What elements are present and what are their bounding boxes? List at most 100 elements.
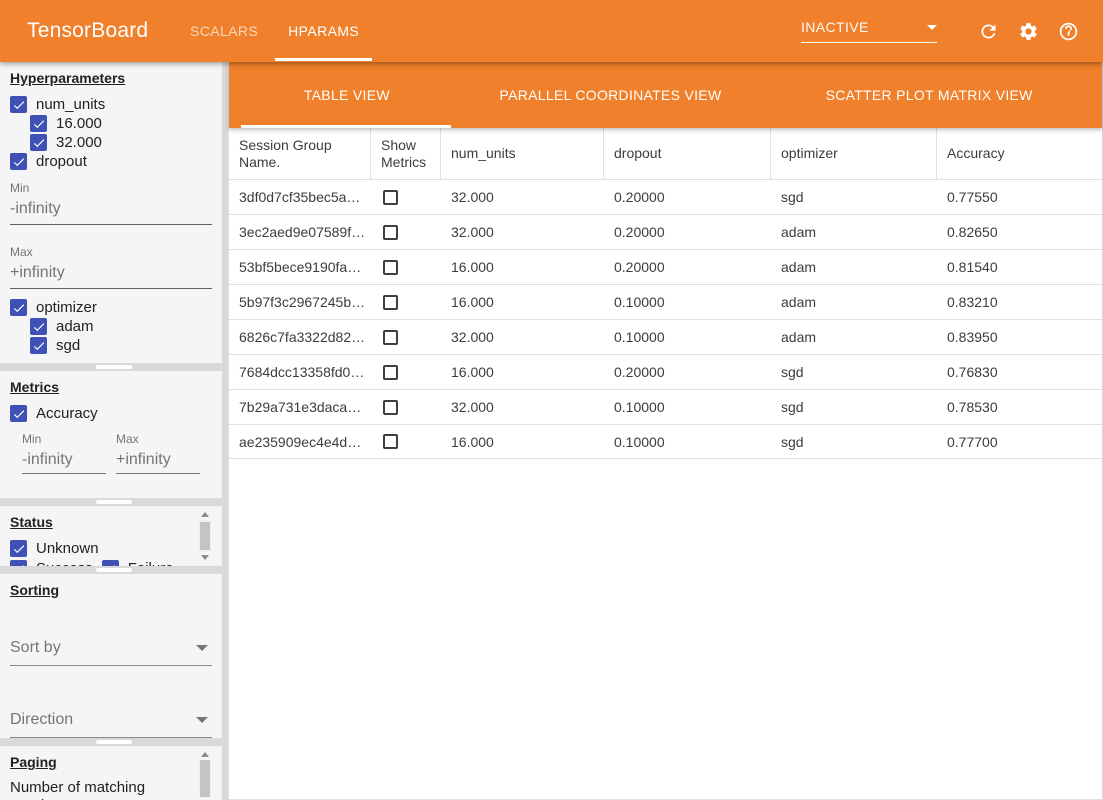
- run-status-dropdown[interactable]: INACTIVE: [801, 19, 937, 43]
- dropout-cell: 0.20000: [604, 215, 771, 249]
- checkbox-adam[interactable]: adam: [30, 317, 212, 336]
- show-metrics-checkbox[interactable]: [383, 225, 398, 240]
- checkbox-label: Success: [36, 560, 93, 566]
- checkbox-success[interactable]: Success: [10, 559, 93, 566]
- sort-by-dropdown[interactable]: Sort by: [10, 635, 212, 666]
- resize-handle[interactable]: [96, 740, 132, 744]
- show-metrics-cell: [371, 215, 441, 249]
- scroll-up-icon[interactable]: [201, 752, 209, 757]
- paging-scrollbar[interactable]: [198, 749, 212, 797]
- show-metrics-cell: [371, 250, 441, 284]
- sidebar: Hyperparameters num_units16.00032.000dro…: [0, 62, 228, 800]
- num-units-cell: 32.000: [441, 390, 604, 424]
- session-group-name: 53bf5bece9190fa…: [229, 250, 371, 284]
- chevron-down-icon: [196, 645, 208, 651]
- metrics-heading: Metrics: [10, 379, 212, 395]
- status-scrollbar[interactable]: [198, 509, 212, 563]
- num-units-cell: 16.000: [441, 250, 604, 284]
- checkbox-label: 32.000: [56, 134, 102, 151]
- checkbox-checked-icon: [10, 299, 27, 316]
- scrollbar-thumb[interactable]: [200, 760, 210, 797]
- accuracy-cell: 0.81540: [937, 250, 1102, 284]
- show-metrics-checkbox[interactable]: [383, 434, 398, 449]
- scrollbar-thumb[interactable]: [200, 522, 210, 550]
- checkbox-failure[interactable]: Failure: [102, 559, 174, 566]
- num-units-cell: 16.000: [441, 355, 604, 389]
- checkbox-label: 16.000: [56, 115, 102, 132]
- metric-max-input[interactable]: +infinity: [116, 446, 200, 474]
- show-metrics-checkbox[interactable]: [383, 330, 398, 345]
- hparam-min-input[interactable]: -infinity: [10, 195, 212, 225]
- metric-min-input[interactable]: -infinity: [22, 446, 106, 474]
- checkbox-num-units[interactable]: num_units: [10, 95, 212, 114]
- accuracy-cell: 0.77550: [937, 180, 1102, 214]
- refresh-icon[interactable]: [978, 21, 999, 42]
- checkbox-label: Unknown: [36, 540, 99, 557]
- checkbox-checked-icon: [30, 134, 47, 151]
- metrics-checkbox-list: Accuracy: [10, 404, 212, 423]
- resize-handle[interactable]: [96, 500, 132, 504]
- checkbox-optimizer[interactable]: optimizer: [10, 298, 212, 317]
- show-metrics-cell: [371, 425, 441, 458]
- accuracy-cell: 0.77700: [937, 425, 1102, 458]
- checkbox-label: Accuracy: [36, 405, 98, 422]
- accuracy-cell: 0.76830: [937, 355, 1102, 389]
- tensorboard-app: TensorBoard SCALARS HPARAMS INACTIVE: [0, 0, 1103, 800]
- show-metrics-cell: [371, 180, 441, 214]
- checkbox-unknown[interactable]: Unknown: [10, 539, 99, 558]
- hparams-main-view: TABLE VIEW PARALLEL COORDINATES VIEW SCA…: [228, 62, 1103, 800]
- checkbox-label: sgd: [56, 337, 80, 354]
- dropout-cell: 0.10000: [604, 390, 771, 424]
- checkbox-accuracy[interactable]: Accuracy: [10, 404, 212, 423]
- checkbox-16-000[interactable]: 16.000: [30, 114, 212, 133]
- hparam-max-field: Max +infinity: [10, 245, 212, 289]
- scrollbar-track[interactable]: [199, 760, 211, 797]
- settings-gear-icon[interactable]: [1018, 21, 1039, 42]
- table-body: 3df0d7cf35bec5a…32.0000.20000sgd0.775503…: [229, 179, 1102, 459]
- show-metrics-checkbox[interactable]: [383, 260, 398, 275]
- optimizer-cell: sgd: [771, 180, 937, 214]
- checkbox-sgd[interactable]: sgd: [30, 336, 212, 355]
- chevron-down-icon: [196, 717, 208, 723]
- session-group-name: 3df0d7cf35bec5a…: [229, 180, 371, 214]
- scroll-down-icon[interactable]: [201, 555, 209, 560]
- session-group-name: 3ec2aed9e07589f…: [229, 215, 371, 249]
- optimizer-cell: adam: [771, 215, 937, 249]
- session-groups-table: Session Group Name.Show Metricsnum_units…: [229, 128, 1102, 459]
- column-header-accuracy: Accuracy: [937, 128, 1102, 179]
- show-metrics-checkbox[interactable]: [383, 365, 398, 380]
- column-header-session-group-name-: Session Group Name.: [229, 128, 371, 179]
- scrollbar-track[interactable]: [199, 520, 211, 552]
- direction-dropdown[interactable]: Direction: [10, 707, 212, 738]
- tab-scatter-plot-matrix-view[interactable]: SCATTER PLOT MATRIX VIEW: [756, 62, 1102, 128]
- scroll-up-icon[interactable]: [201, 512, 209, 517]
- checkbox-label: adam: [56, 318, 94, 335]
- table-row: 3df0d7cf35bec5a…32.0000.20000sgd0.77550: [229, 179, 1102, 214]
- min-label: Min: [22, 432, 106, 446]
- paging-heading: Paging: [10, 754, 212, 770]
- table-row: 6826c7fa3322d82…32.0000.10000adam0.83950: [229, 319, 1102, 354]
- checkbox-32-000[interactable]: 32.000: [30, 133, 212, 152]
- show-metrics-cell: [371, 390, 441, 424]
- tab-parallel-coordinates-view[interactable]: PARALLEL COORDINATES VIEW: [465, 62, 757, 128]
- hparam-max-input[interactable]: +infinity: [10, 259, 212, 289]
- num-units-cell: 32.000: [441, 215, 604, 249]
- paging-panel: Paging Number of matching session groups…: [0, 746, 222, 800]
- resize-handle[interactable]: [96, 365, 132, 369]
- show-metrics-checkbox[interactable]: [383, 190, 398, 205]
- show-metrics-checkbox[interactable]: [383, 400, 398, 415]
- checkbox-dropout[interactable]: dropout: [10, 152, 212, 171]
- resize-handle[interactable]: [96, 568, 132, 572]
- tab-hparams[interactable]: HPARAMS: [273, 0, 374, 62]
- num-units-cell: 16.000: [441, 425, 604, 458]
- show-metrics-checkbox[interactable]: [383, 295, 398, 310]
- tab-scalars[interactable]: SCALARS: [175, 0, 273, 62]
- tab-table-view[interactable]: TABLE VIEW: [229, 62, 465, 128]
- metric-max-field: Max +infinity: [116, 432, 200, 474]
- panel-divider: [0, 363, 228, 371]
- run-status-value: INACTIVE: [801, 19, 869, 35]
- help-icon[interactable]: [1058, 21, 1079, 42]
- status-panel: Status UnknownSuccessFailureRunning: [0, 506, 222, 566]
- checkbox-label: optimizer: [36, 299, 97, 316]
- session-group-name: ae235909ec4e4d…: [229, 425, 371, 458]
